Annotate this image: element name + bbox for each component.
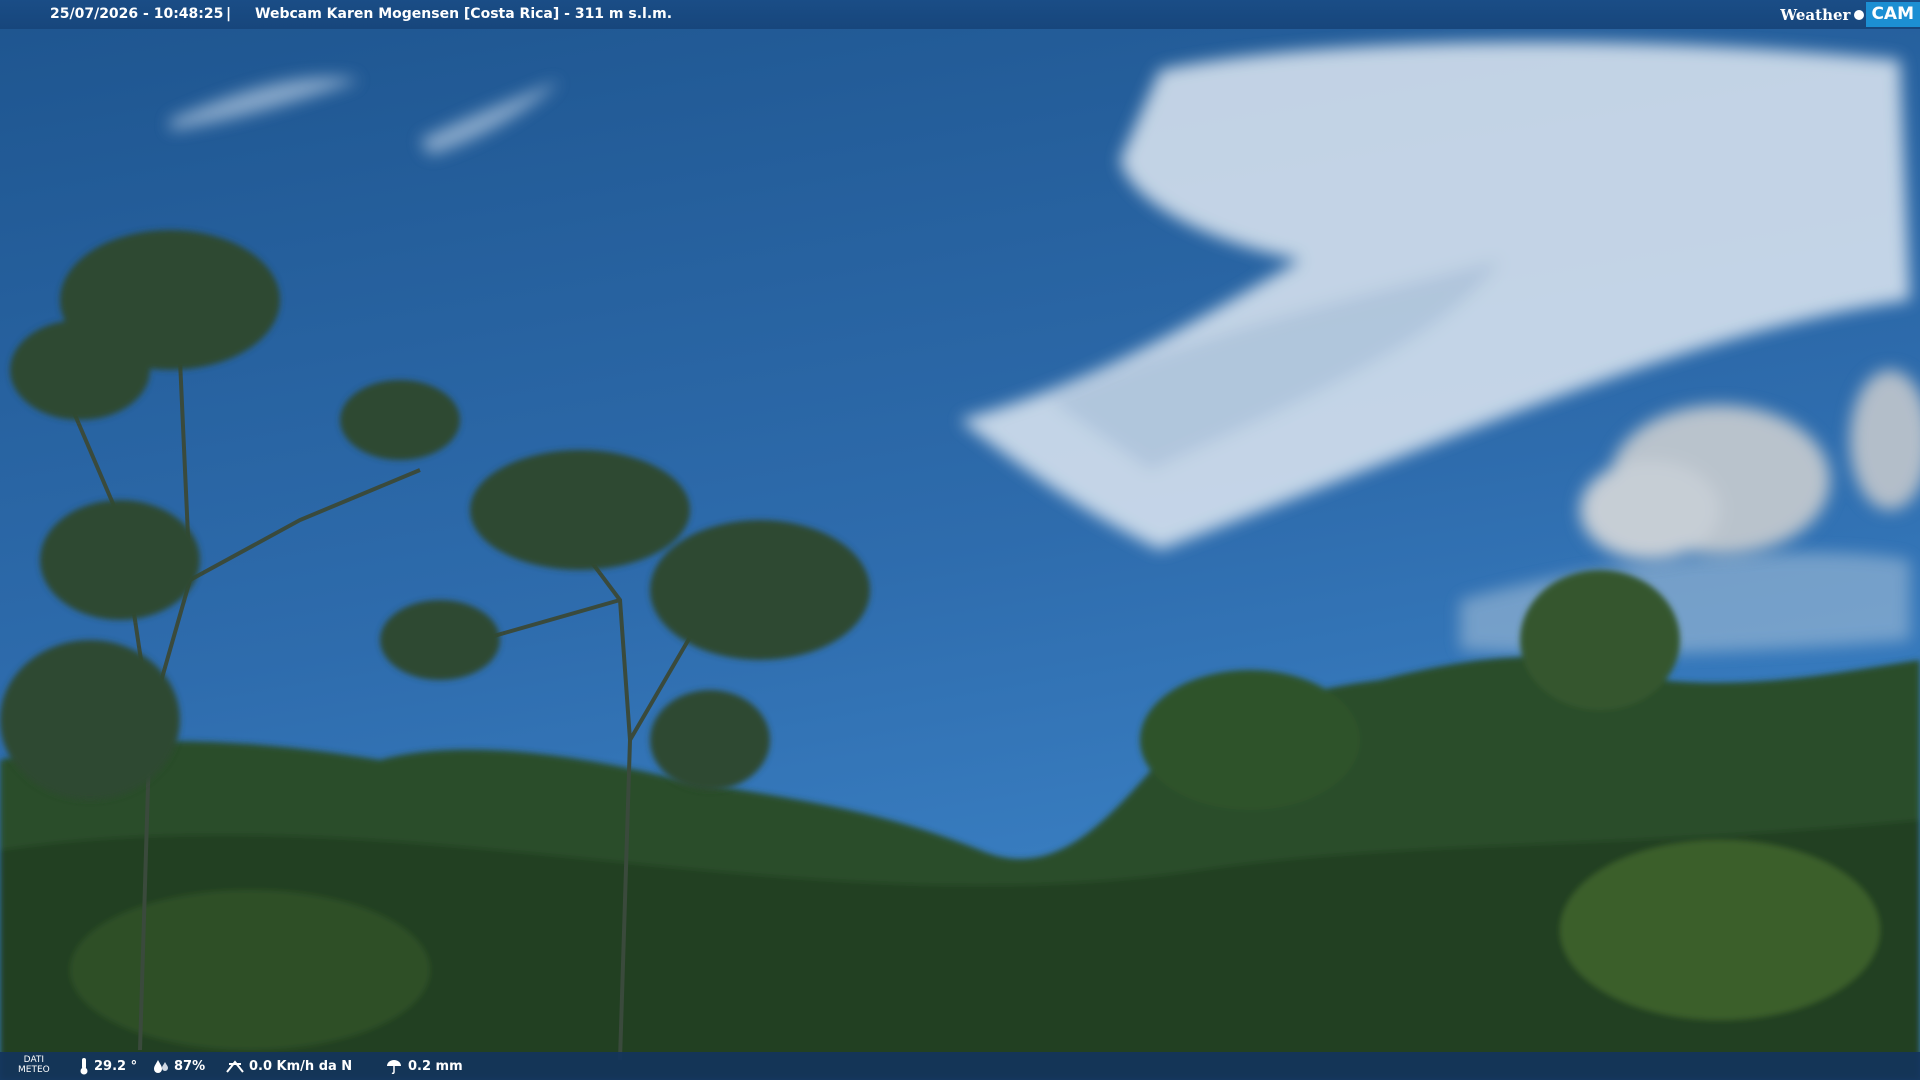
webcam-image	[0, 0, 1920, 1080]
wind-icon	[226, 1060, 244, 1073]
wind-value: 0.0 Km/h da N	[249, 1058, 353, 1074]
weathercam-logo: Weather CAM	[1780, 0, 1920, 29]
humidity-value: 87%	[174, 1058, 206, 1074]
brand-dot-icon	[1854, 9, 1865, 20]
brand-weather-text: Weather	[1780, 5, 1851, 24]
timestamp: 25/07/2026 - 10:48:25	[50, 6, 224, 22]
rain-value: 0.2 mm	[408, 1058, 463, 1074]
rain-icon	[387, 1060, 401, 1074]
thermometer-icon	[80, 1058, 88, 1075]
rain-readout: 0.2 mm	[384, 1052, 463, 1080]
meteo-bar: DATI METEO 29.2 ° 87% 0.0 Km/h da N 0.2 …	[0, 1052, 1920, 1080]
brand-cam-text: CAM	[1866, 2, 1920, 27]
top-info-bar: 25/07/2026 - 10:48:25 | Webcam Karen Mog…	[0, 0, 1920, 29]
wind-readout: 0.0 Km/h da N	[225, 1052, 352, 1080]
humidity-readout: 87%	[152, 1052, 205, 1080]
humidity-drops-icon	[154, 1060, 168, 1073]
webcam-title: Webcam Karen Mogensen [Costa Rica] - 311…	[255, 6, 673, 22]
separator: |	[226, 6, 232, 22]
meteo-label: DATI METEO	[18, 1055, 50, 1075]
temperature-readout: 29.2 °	[78, 1052, 137, 1080]
temperature-value: 29.2 °	[94, 1058, 138, 1074]
